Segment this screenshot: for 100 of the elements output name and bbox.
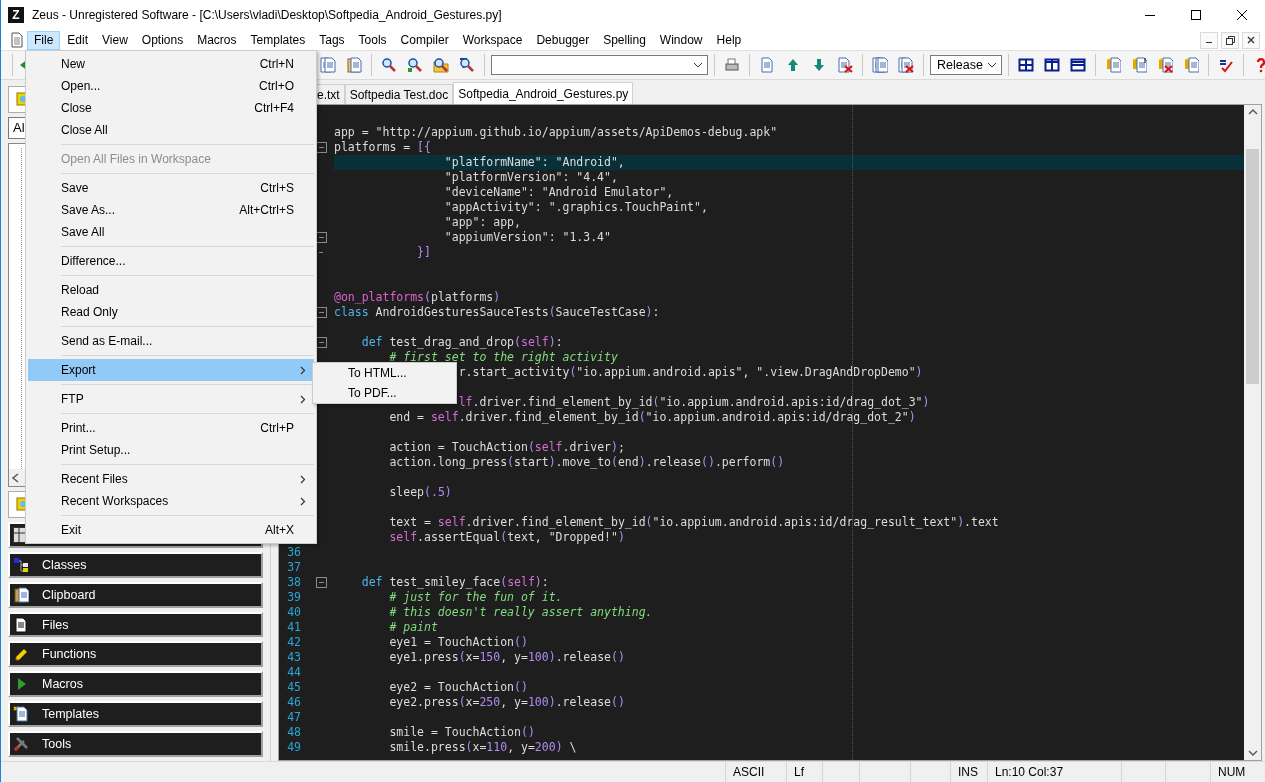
collapse-icon <box>316 577 327 588</box>
code-line: "appActivity": ".graphics.TouchPaint", <box>444 200 708 214</box>
menu-item[interactable]: Compiler <box>393 30 456 50</box>
status-text: INS <box>958 765 978 779</box>
build-config-value: Release <box>937 58 983 72</box>
search-combo[interactable] <box>491 55 708 75</box>
close-button[interactable] <box>1242 31 1260 49</box>
find-replace-icon <box>407 57 423 73</box>
menu-item[interactable]: New Ctrl+N <box>28 53 314 75</box>
folder-search-icon <box>433 57 449 73</box>
rows-icon <box>1070 57 1086 73</box>
clipboard-icon <box>13 586 29 603</box>
menu-item[interactable]: Send as E-mail... <box>28 330 314 352</box>
documents-delete-icon <box>898 57 914 73</box>
menu-item[interactable]: Workspace <box>455 30 530 50</box>
menu-item[interactable]: Reload <box>28 279 314 301</box>
build-config-combo[interactable]: Release <box>930 55 1002 75</box>
menu-item[interactable]: Options <box>134 30 191 50</box>
menu-item[interactable]: Close Ctrl+F4 <box>28 97 314 119</box>
code-line: # paint <box>389 620 438 634</box>
menu-item[interactable]: FTP <box>28 388 314 410</box>
menu-item[interactable]: Recent Workspaces <box>28 490 314 512</box>
search-icon <box>381 57 397 73</box>
line-number: 48 <box>287 725 301 739</box>
database-delete-icon <box>1157 57 1173 73</box>
panel-button[interactable]: Functions <box>8 641 263 668</box>
code-line: smile.press(x=110, y=200) \ <box>389 740 577 754</box>
template-icon <box>13 706 29 723</box>
menu-item[interactable]: Recent Files <box>28 468 314 490</box>
code-line: self.assertEqual(text, "Dropped!") <box>389 530 625 544</box>
menu-item[interactable]: Debugger <box>529 30 597 50</box>
menu-item[interactable]: Close All <box>28 119 314 141</box>
restore-icon <box>1225 35 1235 45</box>
panel-button[interactable]: Clipboard <box>8 581 263 608</box>
menu-item[interactable]: Save Ctrl+S <box>28 177 314 199</box>
panel-button[interactable]: Templates <box>8 701 263 728</box>
menu-item[interactable]: Difference... <box>28 250 314 272</box>
close-icon <box>1247 36 1255 44</box>
menu-item[interactable]: Print Setup... <box>28 439 314 461</box>
menu-item[interactable]: To PDF... <box>315 383 454 403</box>
paste-icon <box>346 57 362 73</box>
menu-item[interactable]: Edit <box>60 30 96 50</box>
code-line: end = self.driver.find_element_by_id("io.appium.android.apis:id/drag_dot_2") <box>389 410 916 424</box>
panel-button[interactable]: Macros <box>8 671 263 698</box>
code-line: }] <box>417 245 431 259</box>
line-number: 46 <box>287 695 301 709</box>
text-search-icon <box>459 57 475 73</box>
panel-button[interactable]: Tools <box>8 731 263 757</box>
code-line: eye1 = TouchAction() <box>389 635 528 649</box>
menu-item[interactable]: Open... Ctrl+O <box>28 75 314 97</box>
shortcut-text: Ctrl+N <box>259 57 294 71</box>
scrollbar-thumb[interactable] <box>1246 149 1259 384</box>
shortcut-text: Alt+Ctrl+S <box>239 203 294 217</box>
menu-item[interactable]: Templates <box>243 30 313 50</box>
down-arrow-icon <box>811 57 827 73</box>
menu-item[interactable]: Tools <box>351 30 394 50</box>
menu-item[interactable]: To HTML... <box>315 363 454 383</box>
menu-item[interactable]: Help <box>709 30 749 50</box>
printer-icon <box>724 57 740 73</box>
code-line: @on_platforms(platforms) <box>334 290 501 304</box>
code-line: lf.driver.find_element_by_id("io.appium.android.apis:id/drag_dot_3") <box>458 395 930 409</box>
documents-icon <box>872 57 888 73</box>
code-line: # just for the fun of it. <box>389 590 563 604</box>
menu-item[interactable]: Save All <box>28 221 314 243</box>
shortcut-text: Alt+X <box>265 523 294 537</box>
line-number: 40 <box>287 605 301 619</box>
spellcheck-icon <box>1218 57 1234 73</box>
status-text: Ln:10 Col:37 <box>995 765 1064 779</box>
menu-item[interactable]: Spelling <box>596 30 653 50</box>
menu-item[interactable]: Read Only <box>28 301 314 323</box>
code-line: "platformName": "Android", <box>444 155 625 169</box>
menu-item[interactable]: Macros <box>190 30 244 50</box>
menu-item[interactable]: Print... Ctrl+P <box>28 417 314 439</box>
code-line: sleep(.5) <box>389 485 452 499</box>
line-number: 45 <box>287 680 301 694</box>
file-tab[interactable]: Softpedia_Android_Gestures.py <box>453 82 634 104</box>
menu-item[interactable]: View <box>95 30 135 50</box>
shortcut-text: Ctrl+F4 <box>254 101 294 115</box>
up-arrow-icon <box>785 57 801 73</box>
panel-button[interactable]: Classes <box>8 551 263 578</box>
app-icon: Z <box>8 7 24 23</box>
menu-item[interactable]: Export <box>28 359 314 381</box>
code-line: "platformVersion": "4.4", <box>444 170 618 184</box>
pencil-icon <box>13 646 29 663</box>
menu-item[interactable]: Exit Alt+X <box>28 519 314 541</box>
code-line: def test_drag_and_drop(self): <box>361 335 563 349</box>
menu-item[interactable]: File <box>27 30 61 50</box>
code-line: action = TouchAction(self.driver); <box>389 440 625 454</box>
panel-button[interactable]: Files <box>8 611 263 638</box>
menu-item[interactable]: Save As... Alt+Ctrl+S <box>28 199 314 221</box>
status-text: ASCII <box>733 765 765 779</box>
restore-button[interactable] <box>1221 31 1239 49</box>
code-line: # this doesn't really assert anything. <box>389 605 653 619</box>
menu-item[interactable]: Window <box>652 30 710 50</box>
shortcut-text: Ctrl+S <box>260 181 294 195</box>
file-tab[interactable]: Softpedia Test.doc <box>344 84 454 104</box>
database-icon <box>1183 57 1199 73</box>
menu-item[interactable]: Tags <box>312 30 352 50</box>
window-title: Zeus - Unregistered Software - [C:\Users\vladi\Desktop\Softpedia_Android_Gestures.py] <box>32 8 502 22</box>
code-line: action.long_press(start).move_to(end).release().perform() <box>389 455 785 469</box>
